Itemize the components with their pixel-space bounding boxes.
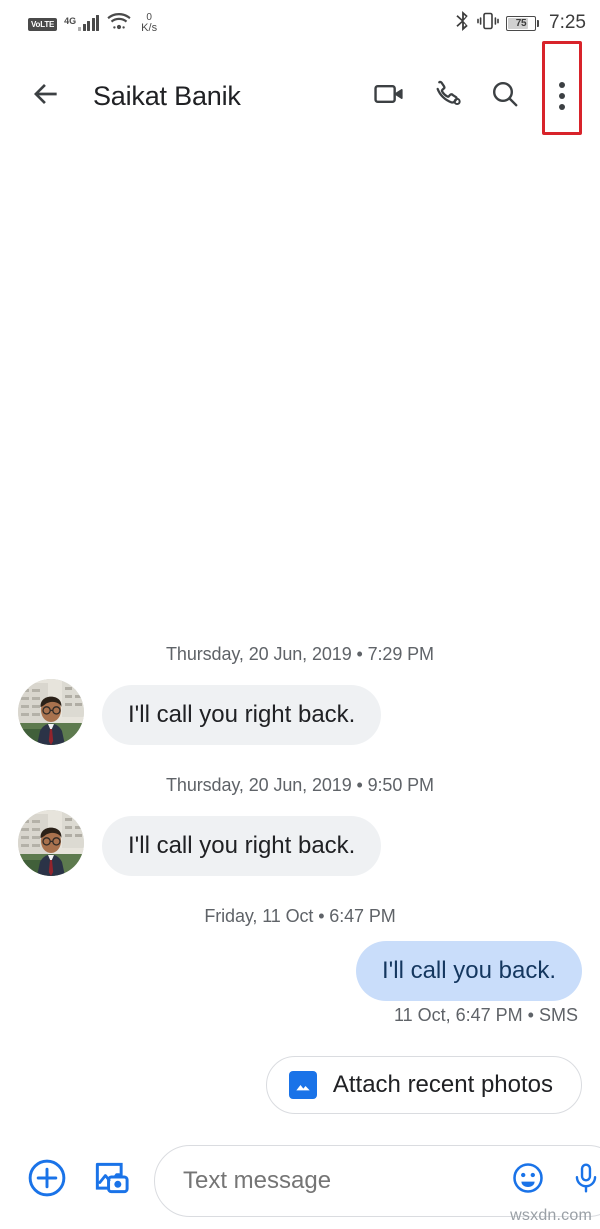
- emoji-icon: [510, 1160, 546, 1201]
- overflow-menu-button[interactable]: [534, 41, 590, 135]
- search-icon: [489, 78, 521, 115]
- volte-icon: VoLTE: [28, 17, 58, 31]
- message-row[interactable]: I'll call you back.: [18, 941, 582, 1001]
- message-bubble[interactable]: I'll call you right back.: [102, 816, 382, 876]
- search-button[interactable]: [476, 67, 534, 125]
- wifi-icon: [106, 11, 132, 36]
- phone-call-icon: [431, 78, 463, 115]
- more-vert-icon: [559, 82, 565, 110]
- data-speed-unit: K/s: [141, 22, 158, 34]
- back-arrow-icon: [30, 78, 62, 115]
- composer-bar: wsxdn.com: [0, 1132, 600, 1229]
- avatar: [18, 679, 84, 745]
- app-bar: Saikat Banik: [0, 41, 600, 146]
- watermark: wsxdn.com: [510, 1207, 592, 1224]
- video-call-button[interactable]: [360, 67, 418, 125]
- gallery-camera-icon: [90, 1157, 132, 1204]
- image-icon: [288, 1071, 317, 1099]
- message-row[interactable]: I'll call you right back.: [18, 679, 582, 745]
- voice-input-button[interactable]: [563, 1158, 600, 1204]
- cellular-signal-icon: 4G: [64, 14, 100, 31]
- attach-recent-photos-label: Attach recent photos: [332, 1071, 553, 1098]
- battery-level-label: 75: [515, 17, 527, 29]
- back-button[interactable]: [26, 76, 66, 116]
- network-type-label: 4G: [64, 15, 77, 26]
- date-separator: Thursday, 20 Jun, 2019 • 7:29 PM: [166, 644, 434, 664]
- data-speed-indicator: 0 K/s: [141, 12, 157, 34]
- message-input-container[interactable]: [154, 1144, 600, 1217]
- message-row[interactable]: I'll call you right back.: [18, 810, 582, 876]
- gallery-camera-button[interactable]: [86, 1156, 136, 1206]
- suggestion-chip-row: Attach recent photos: [18, 1056, 582, 1114]
- add-attachment-button[interactable]: [22, 1156, 72, 1206]
- messages-conversation-screen: VoLTE 4G 0 K/s 75 7:25 Saikat Banik Thur…: [0, 0, 600, 1229]
- plus-circle-icon: [25, 1156, 69, 1205]
- battery-icon: 75: [506, 15, 540, 31]
- status-bar: VoLTE 4G 0 K/s 75 7:25: [0, 0, 600, 46]
- vibrate-icon: [477, 11, 499, 36]
- date-separator: Friday, 11 Oct • 6:47 PM: [204, 906, 396, 926]
- message-bubble[interactable]: I'll call you back.: [356, 941, 582, 1001]
- page-title: Saikat Banik: [93, 80, 241, 111]
- message-bubble[interactable]: I'll call you right back.: [102, 685, 382, 745]
- avatar: [18, 810, 84, 876]
- message-input[interactable]: [183, 1166, 493, 1195]
- emoji-button[interactable]: [505, 1158, 551, 1204]
- status-bar-right: 75 7:25: [455, 10, 586, 37]
- message-thread[interactable]: Thursday, 20 Jun, 2019 • 7:29 PM I'll ca…: [0, 146, 600, 1132]
- bluetooth-icon: [455, 10, 470, 37]
- voice-call-button[interactable]: [418, 67, 476, 125]
- video-call-icon: [372, 77, 406, 116]
- attach-recent-photos-chip[interactable]: Attach recent photos: [265, 1056, 582, 1114]
- microphone-icon: [569, 1161, 600, 1200]
- status-bar-clock: 7:25: [549, 12, 586, 33]
- status-bar-left: VoLTE 4G 0 K/s: [28, 11, 157, 36]
- message-status: 11 Oct, 6:47 PM • SMS: [393, 1005, 578, 1025]
- date-separator: Thursday, 20 Jun, 2019 • 9:50 PM: [166, 775, 434, 795]
- app-bar-actions: [360, 41, 590, 135]
